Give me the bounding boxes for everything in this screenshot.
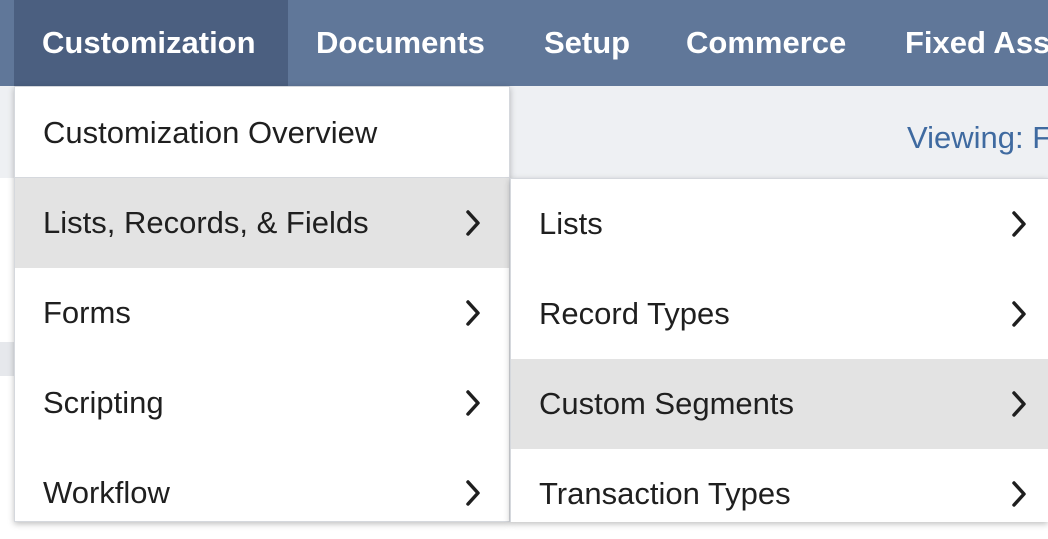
chevron-right-icon [465,358,485,448]
tab-fixed-assets[interactable]: Fixed Ass [905,0,1048,86]
chevron-right-icon [1011,359,1031,449]
menu-item-forms[interactable]: Forms [15,268,509,358]
menu-item-workflow[interactable]: Workflow [15,448,509,538]
chevron-right-icon [465,268,485,358]
tab-customization[interactable]: Customization [14,0,288,86]
viewing-link[interactable]: Viewing: F [907,120,1048,156]
chevron-right-icon [1011,269,1031,359]
top-navigation-bar: Customization Documents Setup Commerce F… [0,0,1048,86]
menu-item-label: Lists [539,206,603,241]
tab-commerce[interactable]: Commerce [686,0,846,86]
menu-item-scripting[interactable]: Scripting [15,358,509,448]
tab-setup[interactable]: Setup [544,0,630,86]
tab-documents[interactable]: Documents [316,0,485,86]
background-row-sliver [0,342,14,376]
lists-records-fields-submenu: Lists Record Types Custom Segments Trans… [510,178,1048,522]
menu-item-record-types[interactable]: Record Types [511,269,1048,359]
menu-item-label: Forms [43,295,131,330]
menu-item-label: Custom Segments [539,386,794,421]
menu-item-transaction-types[interactable]: Transaction Types [511,449,1048,539]
chevron-right-icon [465,178,485,268]
menu-item-label: Scripting [43,385,164,420]
menu-item-custom-segments[interactable]: Custom Segments [511,359,1048,449]
chevron-right-icon [1011,179,1031,269]
chevron-right-icon [465,448,485,538]
menu-item-label: Lists, Records, & Fields [43,205,369,240]
customization-dropdown-menu: Customization Overview Lists, Records, &… [14,86,510,522]
menu-item-label: Transaction Types [539,476,791,511]
menu-item-lists[interactable]: Lists [511,179,1048,269]
menu-item-customization-overview[interactable]: Customization Overview [15,87,509,178]
menu-item-lists-records-fields[interactable]: Lists, Records, & Fields [15,178,509,268]
menu-item-label: Workflow [43,475,170,510]
chevron-right-icon [1011,449,1031,539]
menu-item-label: Record Types [539,296,730,331]
